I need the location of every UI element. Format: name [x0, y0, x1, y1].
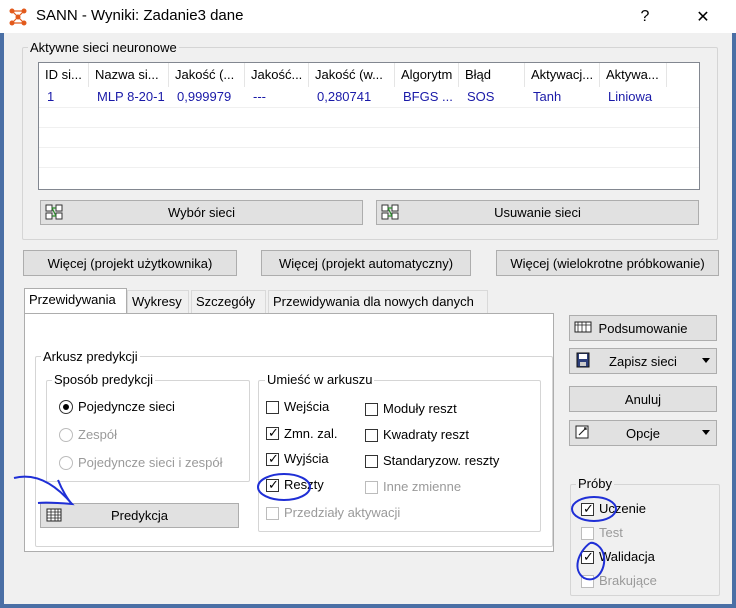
test-label: Test: [599, 525, 623, 540]
std-residuals-checkbox[interactable]: [365, 455, 378, 468]
residuals-label: Reszty: [284, 477, 324, 492]
save-icon: [576, 352, 590, 368]
window-border-bottom: [0, 604, 736, 608]
dependent-vars-label: Zmn. zal.: [284, 426, 338, 441]
training-label: Uczenie: [599, 501, 646, 516]
missing-label: Brakujące: [599, 573, 657, 588]
activation-intervals-checkbox[interactable]: [266, 507, 279, 520]
remove-network-label: Usuwanie sieci: [494, 205, 581, 220]
column-header-hidden-activation[interactable]: Aktywacj...: [525, 63, 600, 87]
save-networks-button[interactable]: Zapisz sieci: [569, 348, 717, 374]
summary-button[interactable]: Podsumowanie: [569, 315, 717, 341]
abs-residuals-checkbox[interactable]: [365, 403, 378, 416]
squared-residuals-checkbox[interactable]: [365, 429, 378, 442]
table-cell: 1: [47, 89, 55, 104]
inputs-checkbox[interactable]: [266, 401, 279, 414]
table-cell: 0,999979: [177, 89, 232, 104]
single-and-ensemble-radio[interactable]: [59, 456, 73, 470]
column-header-quality-train[interactable]: Jakość (...: [169, 63, 245, 87]
outputs-label: Wyjścia: [284, 451, 329, 466]
options-icon: [575, 425, 589, 439]
table-cell: Liniowa: [608, 89, 653, 104]
tab-details[interactable]: Szczegóły: [191, 290, 266, 313]
window-border-right: [732, 33, 736, 608]
table-cell: ---: [253, 89, 266, 104]
test-checkbox[interactable]: [581, 527, 594, 540]
options-label: Opcje: [626, 425, 660, 441]
squared-residuals-label: Kwadraty reszt: [383, 427, 469, 442]
table-grid-icon: [46, 508, 62, 522]
window-title: SANN - Wyniki: Zadanie3 dane: [36, 7, 244, 24]
more-auto-project-button[interactable]: Więcej (projekt automatyczny): [261, 250, 471, 276]
sann-app-icon: [9, 8, 27, 26]
residuals-checkbox[interactable]: ✓: [266, 477, 279, 492]
single-networks-radio[interactable]: [59, 400, 73, 414]
save-networks-label: Zapisz sieci: [609, 353, 677, 369]
chevron-down-icon: [702, 358, 710, 363]
outputs-checkbox[interactable]: ✓: [266, 451, 279, 466]
training-checkbox[interactable]: ✓: [581, 501, 594, 516]
std-residuals-label: Standaryzow. reszty: [383, 453, 500, 468]
table-gridline: [39, 107, 699, 108]
table-gridline: [39, 167, 699, 168]
cancel-button[interactable]: Anuluj: [569, 386, 717, 412]
validation-label: Walidacja: [599, 549, 655, 564]
table-cell: SOS: [467, 89, 495, 104]
table-cell: Tanh: [533, 89, 562, 104]
ensemble-label: Zespół: [78, 427, 118, 442]
column-header-quality-valid[interactable]: Jakość (w...: [309, 63, 395, 87]
activation-intervals-label: Przedziały aktywacji: [284, 505, 401, 520]
more-resampling-button[interactable]: Więcej (wielokrotne próbkowanie): [496, 250, 719, 276]
window-border-left: [0, 33, 4, 608]
abs-residuals-label: Moduły reszt: [383, 401, 457, 416]
dependent-vars-checkbox[interactable]: ✓: [266, 425, 279, 440]
summary-icon: [574, 321, 592, 333]
single-and-ensemble-label: Pojedyncze sieci i zespół: [78, 455, 223, 470]
remove-network-icon: [381, 204, 399, 220]
samples-label: Próby: [576, 476, 614, 491]
column-header-id[interactable]: ID si...: [39, 63, 89, 87]
single-networks-label: Pojedyncze sieci: [78, 399, 175, 414]
chevron-down-icon: [702, 430, 710, 435]
help-button[interactable]: ?: [622, 0, 668, 33]
options-button[interactable]: Opcje: [569, 420, 717, 446]
column-header-algorithm[interactable]: Algorytm: [395, 63, 459, 87]
close-button[interactable]: ✕: [680, 0, 726, 33]
predict-button[interactable]: Predykcja: [40, 503, 239, 528]
select-network-icon: [45, 204, 63, 220]
place-in-sheet-label: Umieść w arkuszu: [265, 372, 375, 387]
validation-checkbox[interactable]: ✓: [581, 549, 594, 564]
tab-predictions[interactable]: Przewidywania: [24, 288, 127, 314]
other-vars-label: Inne zmienne: [383, 479, 462, 494]
table-cell: BFGS ...: [403, 89, 453, 104]
more-user-project-button[interactable]: Więcej (projekt użytkownika): [23, 250, 237, 276]
select-network-button[interactable]: Wybór sieci: [40, 200, 363, 225]
table-cell: 0,280741: [317, 89, 372, 104]
inputs-label: Wejścia: [284, 399, 330, 414]
active-networks-label: Aktywne sieci neuronowe: [28, 40, 179, 55]
other-vars-checkbox[interactable]: [365, 481, 378, 494]
summary-label: Podsumowanie: [598, 320, 688, 336]
remove-network-button[interactable]: Usuwanie sieci: [376, 200, 699, 225]
prediction-method-label: Sposób predykcji: [52, 372, 155, 387]
predict-button-label: Predykcja: [110, 508, 169, 523]
prediction-sheet-label: Arkusz predykcji: [41, 349, 140, 364]
ensemble-radio[interactable]: [59, 428, 73, 442]
tab-predictions-new-data[interactable]: Przewidywania dla nowych danych: [268, 290, 488, 313]
table-gridline: [39, 127, 699, 128]
column-header-name[interactable]: Nazwa si...: [89, 63, 169, 87]
column-header-output-activation[interactable]: Aktywa...: [600, 63, 667, 87]
column-header-error[interactable]: Błąd: [459, 63, 525, 87]
tab-charts[interactable]: Wykresy: [127, 290, 189, 313]
missing-checkbox[interactable]: [581, 575, 594, 588]
column-header-quality-test[interactable]: Jakość...: [245, 63, 309, 87]
table-gridline: [39, 147, 699, 148]
networks-table[interactable]: ID si... Nazwa si... Jakość (... Jakość.…: [38, 62, 700, 190]
select-network-label: Wybór sieci: [167, 205, 236, 220]
table-cell: MLP 8-20-1: [97, 89, 165, 104]
